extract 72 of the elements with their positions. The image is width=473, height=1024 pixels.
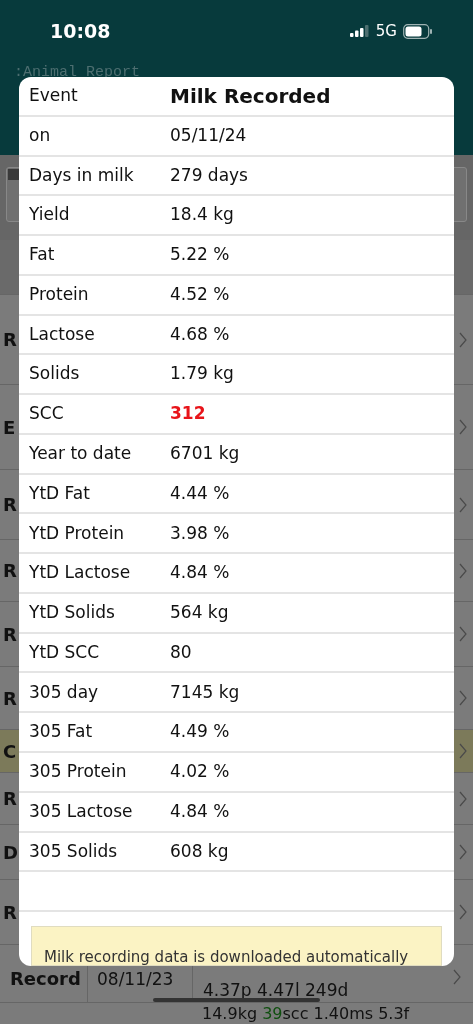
field-label: Year to date [28, 442, 133, 465]
row-label: R [3, 787, 17, 811]
field-label: SCC [28, 402, 65, 426]
field-label: Solids [28, 362, 81, 386]
row-label: R [3, 686, 17, 711]
status-time: 10:08 [50, 18, 111, 44]
add-icon [8, 169, 19, 180]
note-text: Milk recording data is downloaded automatically [44, 948, 409, 966]
field-value: 6701 kg [170, 442, 240, 465]
field-label: Yield [28, 203, 71, 227]
field-value: 4.68 % [170, 322, 230, 346]
chevron-icon [459, 743, 467, 759]
chevron-icon [453, 969, 461, 985]
chevron-icon [459, 844, 467, 860]
field-label: 305 Lactose [28, 799, 134, 823]
field-value: 80 [170, 640, 192, 664]
chevron-icon [459, 790, 467, 807]
record-date: 08/11/23 [97, 969, 174, 989]
dialog-title: Milk Recorded [170, 82, 331, 110]
field-value: 279 days [170, 163, 248, 187]
field-value: 1.79 kg [170, 362, 234, 386]
field-label: YtD SCC [28, 640, 101, 664]
field-label: Fat [28, 243, 56, 267]
field-value: 5.22 % [170, 243, 230, 267]
field-label: YtD Lactose [28, 561, 132, 585]
field-value: 4.02 % [170, 760, 230, 784]
field-label: Protein [28, 282, 90, 306]
field-label: YtD Solids [28, 601, 116, 625]
chevron-icon [459, 496, 467, 513]
chevron-icon [459, 690, 467, 706]
event-label: Event [28, 84, 79, 108]
row-label: E [3, 415, 16, 440]
row-label: R [3, 900, 17, 925]
chevron-icon [459, 904, 467, 920]
row-label: R [3, 493, 17, 517]
network-label: 5G [375, 20, 397, 42]
field-value: 4.52 % [170, 282, 230, 306]
field-label: YtD Protein [28, 521, 126, 545]
field-value: 05/11/24 [170, 123, 247, 147]
chevron-icon [459, 419, 467, 435]
field-value: 7145 kg [170, 680, 240, 704]
chevron-icon [459, 562, 467, 579]
field-value: 564 kg [170, 601, 229, 625]
row-label: D [3, 840, 18, 865]
field-label: Days in milk [28, 163, 135, 187]
record-summary: 4.37p 4.47l 249d [203, 980, 349, 1000]
field-label: 305 day [28, 680, 100, 704]
field-value: 4.84 % [170, 561, 230, 585]
signal-icon [349, 25, 370, 37]
battery-icon [403, 23, 433, 39]
field-value: 4.44 % [170, 481, 230, 505]
field-value: 18.4 kg [170, 203, 234, 227]
field-value: 3.98 % [170, 521, 230, 545]
field-value: 608 kg [170, 839, 229, 863]
row-label: C [3, 739, 17, 764]
field-value: 312 [170, 402, 206, 426]
row-label: R [3, 559, 17, 583]
field-value: 4.49 % [170, 720, 230, 744]
record-summary: 14.9kg 39scc 1.40ms 5.3f [202, 1006, 410, 1022]
chevron-icon [459, 626, 467, 642]
field-label: on [28, 123, 52, 147]
field-value: 4.84 % [170, 799, 230, 823]
field-label: 305 Fat [28, 720, 94, 744]
row-label: R [3, 622, 17, 647]
row-label: R [3, 328, 17, 352]
report-title: :Animal Report [13, 63, 142, 83]
field-label: 305 Solids [28, 839, 119, 863]
field-label: 305 Protein [28, 760, 128, 784]
field-label: YtD Fat [28, 481, 91, 505]
field-label: Lactose [28, 322, 96, 346]
record-label: Record [10, 968, 81, 989]
chevron-icon [459, 331, 467, 348]
